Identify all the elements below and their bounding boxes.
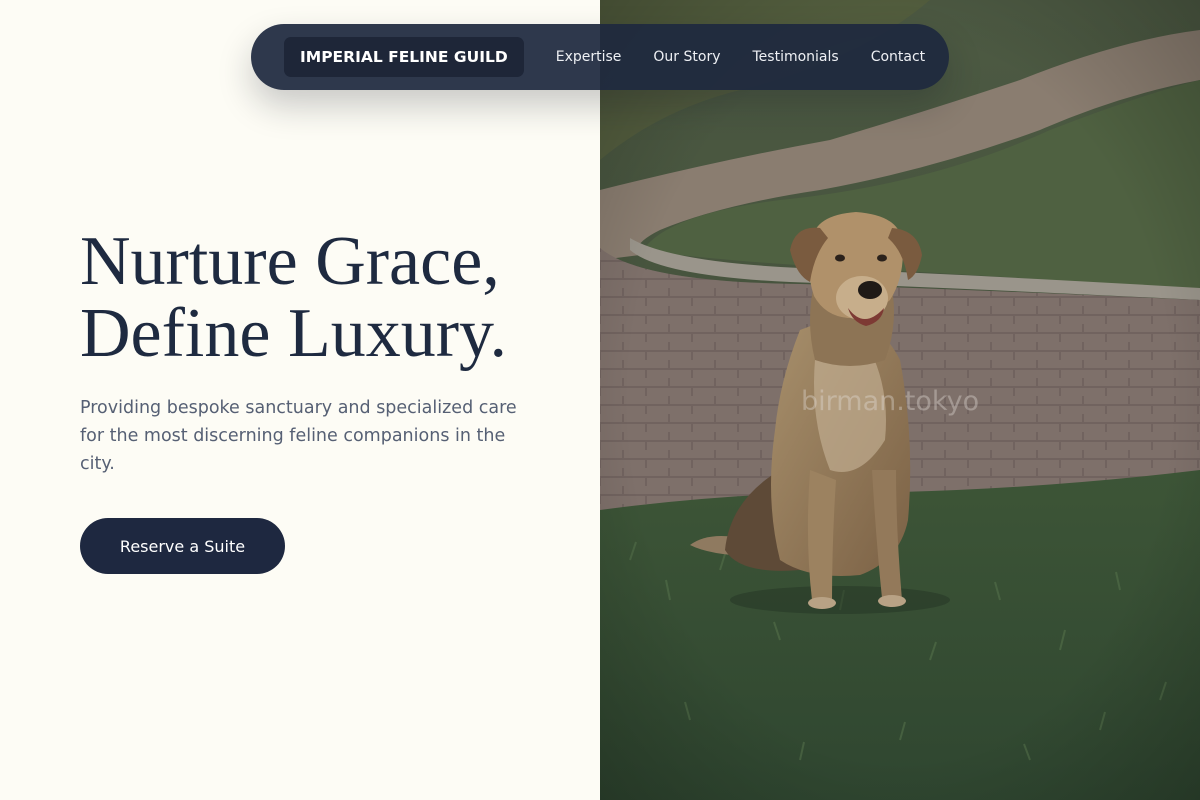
reserve-suite-button[interactable]: Reserve a Suite [80,518,285,574]
nav-link-expertise[interactable]: Expertise [540,49,638,65]
hero-title: Nurture Grace, Define Luxury. [80,226,507,370]
brand-logo[interactable]: IMPERIAL FELINE GUILD [284,37,524,77]
hero-photo [600,0,1200,800]
hero-subtitle: Providing bespoke sanctuary and speciali… [80,398,517,474]
hero-title-line-1: Nurture Grace, [80,223,500,300]
nav-links: Expertise Our Story Testimonials Contact [540,49,941,65]
hero-title-line-2: Define Luxury. [80,295,507,372]
nav-link-testimonials[interactable]: Testimonials [737,49,855,65]
nav-link-our-story[interactable]: Our Story [637,49,736,65]
nav-link-contact[interactable]: Contact [855,49,941,65]
top-navigation: IMPERIAL FELINE GUILD Expertise Our Stor… [251,24,949,90]
